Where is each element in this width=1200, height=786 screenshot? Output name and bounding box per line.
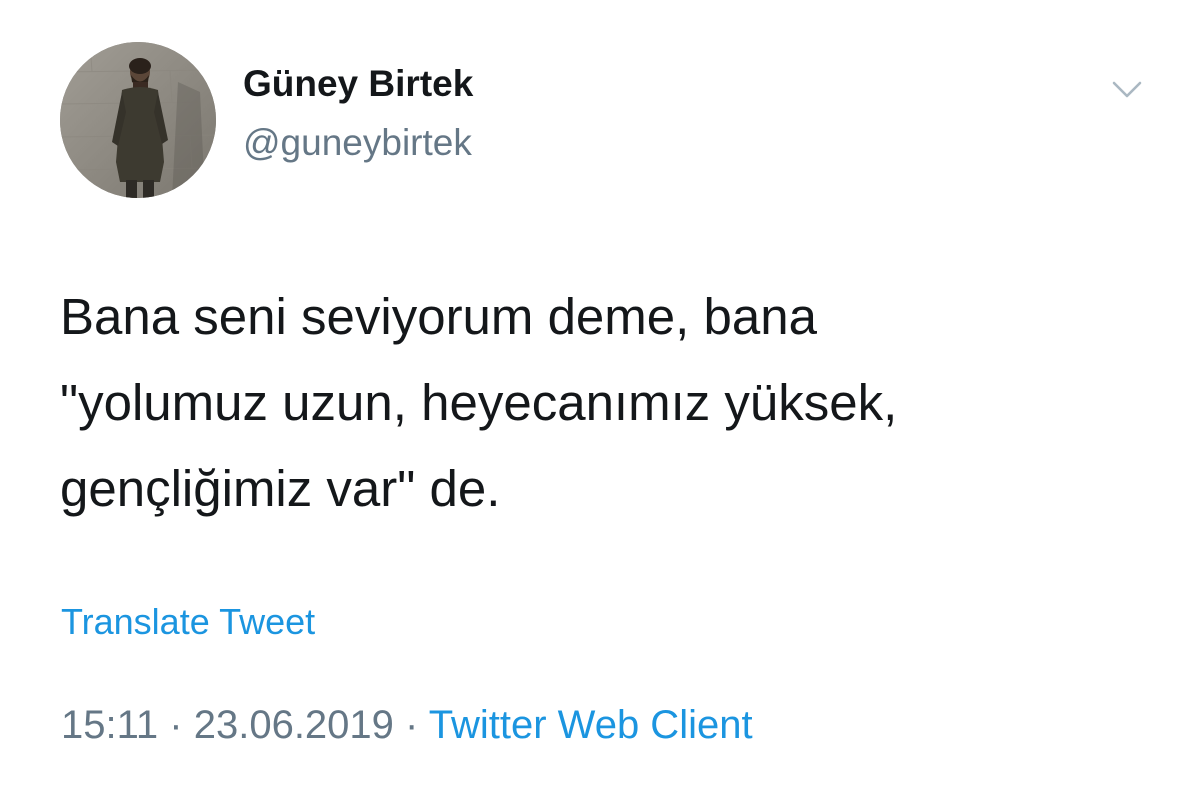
chevron-down-icon[interactable] (1109, 74, 1145, 104)
tweet-text-line: gençliğimiz var" de. (60, 460, 501, 517)
author-handle[interactable]: @guneybirtek (243, 121, 472, 165)
author-display-name[interactable]: Güney Birtek (243, 62, 473, 106)
tweet-text-line: "yolumuz uzun, heyecanımız yüksek, (60, 374, 898, 431)
meta-separator: · (169, 703, 183, 747)
meta-separator: · (405, 703, 419, 747)
tweet-metadata: 15:11 · 23.06.2019 · Twitter Web Client (61, 701, 753, 749)
tweet-date[interactable]: 23.06.2019 (194, 703, 394, 747)
tweet-client-link[interactable]: Twitter Web Client (429, 703, 753, 747)
tweet-text-line: Bana seni seviyorum deme, bana (60, 288, 817, 345)
tweet-time[interactable]: 15:11 (61, 703, 158, 747)
avatar[interactable] (60, 42, 216, 198)
translate-tweet-link[interactable]: Translate Tweet (61, 600, 315, 644)
tweet-text: Bana seni seviyorum deme, bana "yolumuz … (60, 274, 1140, 532)
